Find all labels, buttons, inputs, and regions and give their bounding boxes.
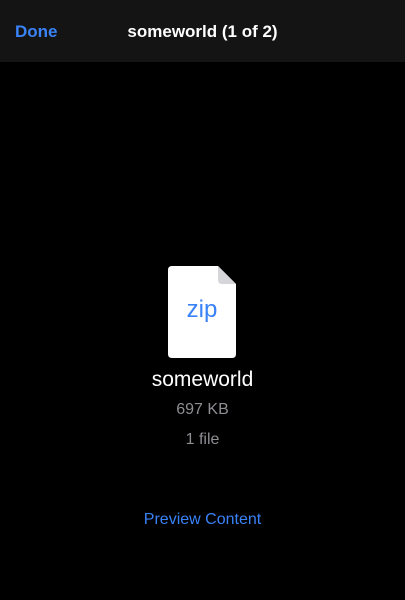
file-count: 1 file — [185, 431, 220, 448]
file-size: 697 KB — [176, 401, 229, 418]
file-name: someworld — [151, 368, 254, 391]
quick-look-screen: Done someworld (1 of 2) zip someworld 69… — [0, 0, 405, 600]
file-type-label: zip — [186, 296, 218, 323]
done-button[interactable]: Done — [15, 20, 58, 44]
navigation-bar: Done someworld (1 of 2) — [0, 0, 405, 62]
page-title: someworld (1 of 2) — [127, 22, 278, 41]
preview-content-button[interactable]: Preview Content — [0, 509, 405, 531]
